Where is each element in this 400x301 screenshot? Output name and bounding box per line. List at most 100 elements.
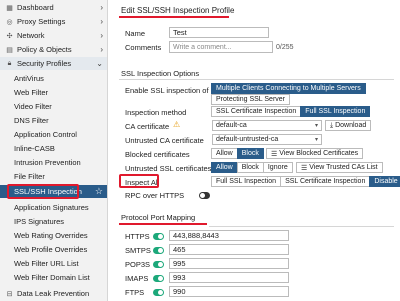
sidebar-item-intrusion-prevention[interactable]: Intrusion Prevention bbox=[0, 156, 107, 169]
port-smtps-toggle[interactable] bbox=[153, 247, 164, 254]
inspect-all-toggle: Full SSL Inspection SSL Certificate Insp… bbox=[211, 176, 400, 187]
sidebar-item-video-filter[interactable]: Video Filter bbox=[0, 100, 107, 113]
sidebar-item-web-filter-domain-list[interactable]: Web Filter Domain List bbox=[0, 271, 107, 284]
sidebar-item-web-profile-overrides[interactable]: Web Profile Overrides bbox=[0, 243, 107, 256]
network-icon: ✣ bbox=[6, 32, 13, 40]
main-panel: Edit SSL/SSH Inspection Profile Name Tes… bbox=[109, 0, 400, 301]
blocked-block[interactable]: Block bbox=[236, 148, 264, 159]
port-smtps-input[interactable]: 465 bbox=[169, 244, 289, 255]
list-icon: ☰ bbox=[271, 150, 278, 158]
star-icon[interactable]: ☆ bbox=[95, 186, 103, 197]
port-imaps-toggle[interactable] bbox=[153, 275, 164, 282]
sidebar-item-application-control[interactable]: Application Control bbox=[0, 128, 107, 141]
untrusted-allow[interactable]: Allow bbox=[211, 162, 238, 173]
sidebar-item-web-filter-url-list[interactable]: Web Filter URL List bbox=[0, 257, 107, 270]
view-blocked-certificates-button[interactable]: ☰ View Blocked Certificates bbox=[266, 148, 364, 159]
chevron-right-icon: › bbox=[100, 3, 103, 12]
port-ftps-input[interactable]: 990 bbox=[169, 286, 289, 297]
untrusted-block[interactable]: Block bbox=[236, 162, 264, 173]
untrusted-ignore[interactable]: Ignore bbox=[262, 162, 293, 173]
sidebar-item-dns-filter[interactable]: DNS Filter bbox=[0, 114, 107, 127]
sidebar-item-ssl-ssh-inspection[interactable]: SSL/SSH Inspection ☆ bbox=[0, 185, 107, 198]
sidebar-item-inline-casb[interactable]: Inline-CASB bbox=[0, 142, 107, 155]
ssl-options-title: SSL Inspection Options bbox=[121, 69, 200, 78]
sidebar-item-proxy-settings[interactable]: ◎ Proxy Settings › bbox=[0, 15, 107, 28]
sidebar-item-web-rating-overrides[interactable]: Web Rating Overrides bbox=[0, 229, 107, 242]
sidebar-item-file-filter[interactable]: File Filter bbox=[0, 170, 107, 183]
sidebar-item-web-filter[interactable]: Web Filter bbox=[0, 86, 107, 99]
port-mapping-title: Protocol Port Mapping bbox=[121, 213, 196, 222]
inspection-method-label: Inspection method bbox=[125, 108, 187, 117]
inspect-all-ssl-cert[interactable]: SSL Certificate Inspection bbox=[280, 176, 371, 187]
port-https-input[interactable]: 443,888,8443 bbox=[169, 230, 289, 241]
view-trusted-cas-button[interactable]: ☰ View Trusted CAs List bbox=[296, 162, 383, 173]
download-button[interactable]: ⤓ Download bbox=[325, 120, 372, 131]
inspect-all-disable[interactable]: Disable bbox=[369, 176, 400, 187]
comments-counter: 0/255 bbox=[276, 44, 294, 51]
sidebar-item-data-leak-prevention[interactable]: ⊟ Data Leak Prevention bbox=[0, 287, 107, 300]
inspect-all-full-ssl[interactable]: Full SSL Inspection bbox=[211, 176, 282, 187]
port-ftps-toggle[interactable] bbox=[153, 289, 164, 296]
download-icon: ⤓ bbox=[330, 121, 334, 129]
section-divider bbox=[209, 226, 394, 227]
enable-ssl-options: Multiple Clients Connecting to Multiple … bbox=[211, 83, 366, 94]
sidebar-item-policy-objects[interactable]: ▤ Policy & Objects › bbox=[0, 43, 107, 56]
section-divider bbox=[119, 79, 394, 80]
untrusted-ssl-label: Untrusted SSL certificates bbox=[125, 164, 212, 173]
port-mapping-underline bbox=[119, 223, 207, 225]
sidebar: ▦ Dashboard › ◎ Proxy Settings › ✣ Netwo… bbox=[0, 0, 108, 301]
blocked-certificates-label: Blocked certificates bbox=[125, 150, 190, 159]
dashboard-icon: ▦ bbox=[6, 4, 13, 12]
untrusted-ssl-toggle: Allow Block Ignore bbox=[211, 162, 293, 173]
blocked-certificates-toggle: Allow Block bbox=[211, 148, 264, 159]
untrusted-ca-label: Untrusted CA certificate bbox=[125, 136, 204, 145]
method-full-ssl-inspection[interactable]: Full SSL Inspection bbox=[300, 106, 371, 117]
name-label: Name bbox=[125, 29, 146, 38]
port-pop3s-label: POP3S bbox=[125, 260, 151, 269]
port-imaps-label: IMAPS bbox=[125, 274, 149, 283]
ca-certificate-select[interactable]: default-ca ▾ bbox=[212, 120, 322, 131]
title-underline bbox=[119, 16, 229, 18]
port-https-label: HTTPS bbox=[125, 232, 150, 241]
option-protecting-ssl-server[interactable]: Protecting SSL Server bbox=[211, 94, 290, 105]
inspect-all-label: Inspect All bbox=[125, 178, 160, 187]
chevron-down-icon: ▾ bbox=[314, 123, 318, 129]
sidebar-item-network[interactable]: ✣ Network › bbox=[0, 29, 107, 42]
rpc-over-https-toggle[interactable] bbox=[199, 192, 210, 199]
inspection-method-toggle: SSL Certificate Inspection Full SSL Insp… bbox=[211, 106, 371, 117]
port-smtps-label: SMTPS bbox=[125, 246, 151, 255]
chevron-right-icon: › bbox=[100, 31, 103, 40]
chevron-down-icon: ⌄ bbox=[96, 59, 103, 68]
chevron-right-icon: › bbox=[100, 45, 103, 54]
option-multiple-clients[interactable]: Multiple Clients Connecting to Multiple … bbox=[211, 83, 366, 94]
port-pop3s-input[interactable]: 995 bbox=[169, 258, 289, 269]
sidebar-item-application-signatures[interactable]: Application Signatures bbox=[0, 201, 107, 214]
untrusted-ca-select[interactable]: default-untrusted-ca ▾ bbox=[212, 134, 322, 145]
sidebar-item-antivirus[interactable]: AntiVirus bbox=[0, 72, 107, 85]
lock-icon: 🔒︎ bbox=[7, 59, 12, 67]
rpc-over-https-label: RPC over HTTPS bbox=[125, 191, 185, 200]
comments-field[interactable]: Write a comment... bbox=[169, 41, 273, 53]
policy-icon: ▤ bbox=[6, 46, 13, 54]
sidebar-item-dashboard[interactable]: ▦ Dashboard › bbox=[0, 1, 107, 14]
port-ftps-label: FTPS bbox=[125, 288, 145, 297]
chevron-down-icon: ▾ bbox=[314, 137, 318, 143]
comments-label: Comments bbox=[125, 43, 162, 52]
method-ssl-cert-inspection[interactable]: SSL Certificate Inspection bbox=[211, 106, 302, 117]
port-pop3s-toggle[interactable] bbox=[153, 261, 164, 268]
proxy-icon: ◎ bbox=[6, 18, 13, 26]
sidebar-item-security-profiles[interactable]: 🔒︎ Security Profiles ⌄ bbox=[0, 57, 107, 70]
blocked-allow[interactable]: Allow bbox=[211, 148, 238, 159]
ca-certificate-label: CA certificate bbox=[125, 122, 170, 131]
chevron-right-icon: › bbox=[100, 17, 103, 26]
warning-icon: ⚠ bbox=[173, 120, 181, 129]
list-icon: ☰ bbox=[301, 164, 308, 172]
enable-ssl-options-2: Protecting SSL Server bbox=[211, 94, 290, 105]
port-imaps-input[interactable]: 993 bbox=[169, 272, 289, 283]
sidebar-item-ips-signatures[interactable]: IPS Signatures bbox=[0, 215, 107, 228]
enable-ssl-label: Enable SSL inspection of bbox=[125, 86, 209, 95]
name-input[interactable]: Test bbox=[169, 27, 269, 38]
dlp-icon: ⊟ bbox=[6, 290, 13, 298]
page-title: Edit SSL/SSH Inspection Profile bbox=[121, 6, 235, 15]
port-https-toggle[interactable] bbox=[153, 233, 164, 240]
